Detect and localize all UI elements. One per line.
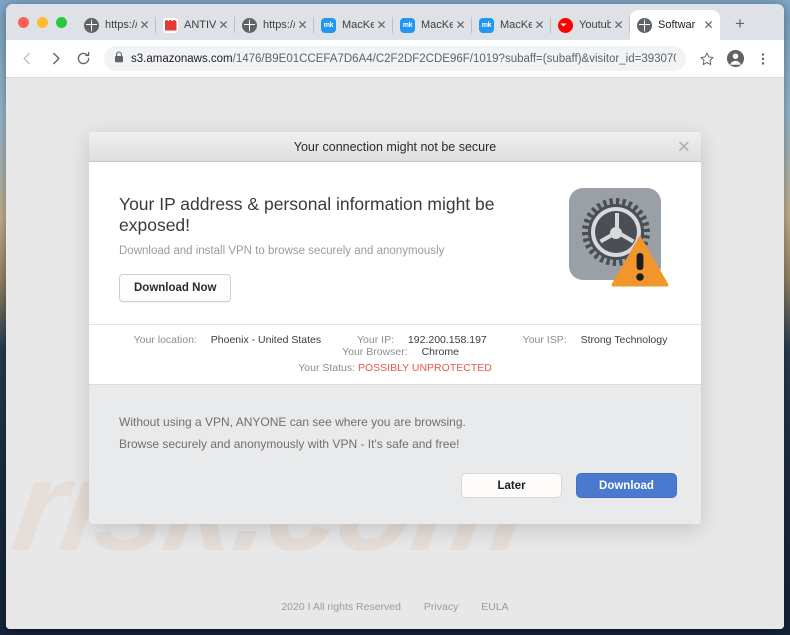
close-icon[interactable]: ✕	[677, 138, 691, 155]
later-button[interactable]: Later	[461, 473, 562, 499]
download-button[interactable]: Download	[576, 473, 677, 499]
address-bar[interactable]: s3.amazonaws.com/1476/B9E01CCEFA7D6A4/C2…	[104, 46, 686, 71]
close-tab-icon[interactable]: ✕	[453, 18, 468, 33]
youtube-icon	[558, 17, 573, 33]
url-path: /1476/B9E01CCEFA7D6A4/C2F2DF2CDE96F/1019…	[232, 52, 676, 65]
system-preferences-warning-icon	[569, 188, 669, 288]
tab-title: MacKee	[342, 19, 374, 31]
browser-tab-7[interactable]: Youtube ✕	[551, 10, 630, 40]
tab-title: ANTIVIR	[184, 19, 216, 31]
globe-icon	[637, 17, 652, 33]
url-domain: s3.amazonaws.com	[131, 52, 233, 65]
maximize-window-button[interactable]	[56, 17, 67, 28]
browser-tab-2[interactable]: ANTIVIR ✕	[156, 10, 235, 40]
star-icon[interactable]	[694, 46, 720, 72]
modal-subheading: Download and install VPN to browse secur…	[119, 245, 445, 257]
info-ip-value: 192.200.158.197	[407, 334, 487, 346]
info-location-label: Your location:	[133, 334, 197, 346]
tab-strip: https:// ✕ ANTIVIR ✕ https:// ✕ mk MacKe…	[6, 4, 784, 40]
tab-title: https://	[263, 19, 295, 31]
close-tab-icon[interactable]: ✕	[611, 18, 626, 33]
close-tab-icon[interactable]: ✕	[216, 18, 231, 33]
modal-heading: Your IP address & personal information m…	[119, 194, 495, 235]
info-isp: Your ISP: Strong Technology	[512, 334, 668, 346]
browser-tab-1[interactable]: https:// ✕	[77, 10, 156, 40]
footer-eula-link[interactable]: EULA	[481, 601, 508, 613]
mackeeper-icon: mk	[479, 17, 494, 33]
info-ip: Your IP: 192.200.158.197	[346, 334, 487, 346]
warning-triangle-icon	[611, 236, 669, 287]
lock-icon	[114, 50, 124, 68]
info-location-value: Phoenix - United States	[210, 334, 322, 346]
browser-window: https:// ✕ ANTIVIR ✕ https:// ✕ mk MacKe…	[6, 4, 784, 629]
modal-header: Your connection might not be secure ✕	[89, 132, 701, 162]
close-tab-icon[interactable]: ✕	[374, 18, 389, 33]
tab-title: MacKee	[500, 19, 532, 31]
mackeeper-icon: mk	[400, 17, 415, 33]
info-browser-label: Your Browser:	[342, 346, 408, 358]
info-bar-row-primary: Your location: Phoenix - United States Y…	[89, 334, 701, 358]
reload-button[interactable]	[70, 46, 96, 72]
modal-body-line-2: Browse securely and anonymously with VPN…	[119, 437, 460, 452]
back-button[interactable]	[14, 46, 40, 72]
close-tab-icon[interactable]: ✕	[137, 18, 152, 33]
new-tab-button[interactable]: +	[727, 11, 753, 37]
forward-button[interactable]	[42, 46, 68, 72]
tab-title: https://	[105, 19, 137, 31]
browser-tab-5[interactable]: mk MacKee ✕	[393, 10, 472, 40]
antivirus-icon	[163, 17, 178, 33]
info-isp-value: Strong Technology	[580, 334, 668, 346]
mackeeper-icon: mk	[321, 17, 336, 33]
tab-title: Youtube	[579, 19, 611, 31]
modal-footer: Later Download	[89, 473, 701, 524]
modal-title: Your connection might not be secure	[293, 139, 497, 154]
modal-hero-text: Your IP address & personal information m…	[119, 188, 569, 302]
web-page-content: pcr risk.com Your connection might not b…	[6, 78, 784, 629]
vpn-scam-modal: Your connection might not be secure ✕ Yo…	[89, 132, 701, 525]
close-tab-icon[interactable]: ✕	[295, 18, 310, 33]
info-isp-label: Your ISP:	[522, 334, 567, 346]
info-bar-row-status: Your Status: POSSIBLY UNPROTECTED	[89, 362, 701, 374]
modal-body-text: Without using a VPN, ANYONE can see wher…	[89, 385, 701, 473]
browser-tab-8-active[interactable]: Softwar ✕	[630, 10, 720, 40]
profile-avatar-icon[interactable]	[722, 46, 748, 72]
browser-toolbar: s3.amazonaws.com/1476/B9E01CCEFA7D6A4/C2…	[6, 40, 784, 78]
download-now-button[interactable]: Download Now	[119, 274, 232, 302]
globe-icon	[84, 17, 99, 33]
browser-tab-3[interactable]: https:// ✕	[235, 10, 314, 40]
window-traffic-lights	[10, 17, 77, 40]
connection-info-bar: Your location: Phoenix - United States Y…	[89, 324, 701, 385]
browser-tab-6[interactable]: mk MacKee ✕	[472, 10, 551, 40]
tab-title: Softwar	[658, 19, 696, 31]
tab-title: MacKee	[421, 19, 453, 31]
info-location: Your location: Phoenix - United States	[123, 334, 321, 346]
address-bar-text: s3.amazonaws.com/1476/B9E01CCEFA7D6A4/C2…	[131, 53, 676, 65]
three-dot-menu-icon[interactable]	[750, 46, 776, 72]
page-footer: 2020 I All rights Reserved Privacy EULA	[6, 601, 784, 613]
info-ip-label: Your IP:	[357, 334, 394, 346]
info-browser-value: Chrome	[421, 346, 459, 358]
footer-copyright: 2020 I All rights Reserved	[281, 601, 401, 613]
globe-icon	[242, 17, 257, 33]
info-browser: Your Browser: Chrome	[331, 346, 459, 358]
footer-privacy-link[interactable]: Privacy	[424, 601, 458, 613]
info-status-label: Your Status:	[298, 362, 356, 374]
modal-hero-section: Your IP address & personal information m…	[89, 162, 701, 324]
close-tab-icon[interactable]: ✕	[701, 18, 716, 33]
close-window-button[interactable]	[18, 17, 29, 28]
close-tab-icon[interactable]: ✕	[532, 18, 547, 33]
status-badge: POSSIBLY UNPROTECTED	[357, 362, 492, 374]
modal-body-line-1: Without using a VPN, ANYONE can see wher…	[119, 415, 466, 429]
browser-tab-4[interactable]: mk MacKee ✕	[314, 10, 393, 40]
minimize-window-button[interactable]	[37, 17, 48, 28]
